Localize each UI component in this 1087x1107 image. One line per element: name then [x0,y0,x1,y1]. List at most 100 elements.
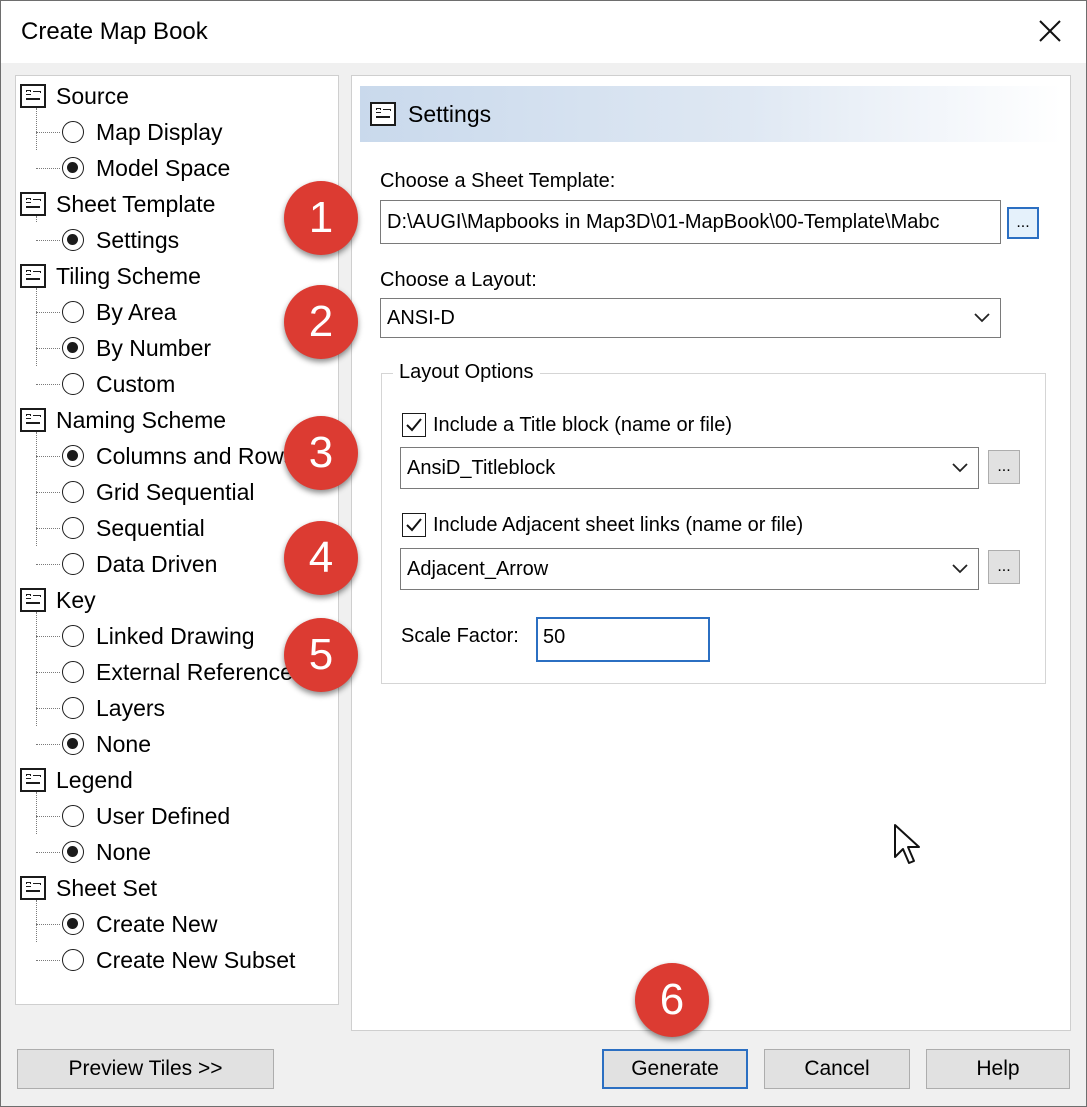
tree-connector [36,132,60,133]
tree-connector [36,816,60,817]
tree-option[interactable]: None [62,726,151,762]
close-icon [1039,20,1061,42]
tree-option-label: Map Display [96,118,223,145]
tree-option[interactable]: Linked Drawing [62,618,255,654]
tree-option[interactable]: Custom [62,366,175,402]
cancel-button[interactable]: Cancel [764,1049,910,1089]
title-block-checkbox[interactable] [402,413,426,437]
radio-unselected-icon[interactable] [62,949,84,971]
radio-unselected-icon[interactable] [62,373,84,395]
tree-group-label: Tiling Scheme [56,262,201,289]
radio-unselected-icon[interactable] [62,625,84,647]
callout-5: 5 [284,618,358,692]
tree-connector [36,456,60,457]
tree-option[interactable]: Sequential [62,510,205,546]
tree-connector [36,384,60,385]
tree-option[interactable]: Map Display [62,114,223,150]
tree-option-label: Create New Subset [96,946,296,973]
help-button[interactable]: Help [926,1049,1070,1089]
tree-group[interactable]: Sheet Set [20,870,157,906]
callout-3: 3 [284,416,358,490]
preview-tiles-button[interactable]: Preview Tiles >> [17,1049,274,1089]
tree-option-label: External Reference [96,658,293,685]
tree-option-label: Data Driven [96,550,218,577]
tree-group[interactable]: Sheet Template [20,186,215,222]
tree-connector [36,288,37,366]
tree-connector [36,564,60,565]
mouse-cursor-icon [894,824,920,864]
title-bar: Create Map Book [1,1,1086,63]
radio-unselected-icon[interactable] [62,517,84,539]
tree-connector [36,240,60,241]
tree-option-label: None [96,730,151,757]
tree-option-label: Grid Sequential [96,478,255,505]
radio-unselected-icon[interactable] [62,805,84,827]
title-block-dropdown[interactable]: AnsiD_Titleblock [400,447,979,489]
radio-selected-icon[interactable] [62,229,84,251]
browse-adjacent-links-button[interactable]: ... [988,550,1020,584]
tree-group[interactable]: Naming Scheme [20,402,226,438]
tree-connector [36,852,60,853]
scale-factor-input[interactable]: 50 [536,617,710,662]
radio-selected-icon[interactable] [62,913,84,935]
radio-unselected-icon[interactable] [62,661,84,683]
callout-1: 1 [284,181,358,255]
tree-group-label: Legend [56,766,133,793]
browse-sheet-template-button[interactable]: ... [1007,207,1039,239]
generate-button[interactable]: Generate [602,1049,748,1089]
browse-title-block-button[interactable]: ... [988,450,1020,484]
tree-option-label: Settings [96,226,180,253]
radio-unselected-icon[interactable] [62,301,84,323]
tree-option[interactable]: User Defined [62,798,230,834]
tree-option[interactable]: Layers [62,690,165,726]
tree-connector [36,744,60,745]
tree-connector [36,168,60,169]
tree-option[interactable]: Settings [62,222,179,258]
group-settings-icon [20,84,46,108]
tree-group[interactable]: Key [20,582,96,618]
sheet-template-field[interactable]: D:\AUGI\Mapbooks in Map3D\01-MapBook\00-… [380,200,1001,244]
tree-group-label: Sheet Template [56,190,216,217]
radio-selected-icon[interactable] [62,733,84,755]
radio-selected-icon[interactable] [62,841,84,863]
tree-connector [36,528,60,529]
tree-option[interactable]: By Number [62,330,211,366]
tree-option[interactable]: None [62,834,151,870]
callout-4: 4 [284,521,358,595]
tree-option-label: By Number [96,334,212,361]
tree-option-label: Sequential [96,514,205,541]
radio-selected-icon[interactable] [62,337,84,359]
tree-option[interactable]: Data Driven [62,546,217,582]
tree-option[interactable]: Create New [62,906,217,942]
tree-option[interactable]: Model Space [62,150,230,186]
tree-option-label: Columns and Rows [96,442,296,469]
tree-connector [36,960,60,961]
adjacent-links-dropdown[interactable]: Adjacent_Arrow [400,548,979,590]
tree-option[interactable]: Columns and Rows [62,438,295,474]
radio-selected-icon[interactable] [62,157,84,179]
group-settings-icon [20,408,46,432]
tree-group[interactable]: Tiling Scheme [20,258,201,294]
tree-option[interactable]: Create New Subset [62,942,295,978]
radio-unselected-icon[interactable] [62,697,84,719]
radio-selected-icon[interactable] [62,445,84,467]
chevron-down-icon [974,313,990,323]
tree-connector [36,216,37,222]
tree-option-label: User Defined [96,802,231,829]
tree-option[interactable]: By Area [62,294,177,330]
radio-unselected-icon[interactable] [62,481,84,503]
radio-unselected-icon[interactable] [62,553,84,575]
settings-group-icon [370,102,396,126]
tree-group-label: Sheet Set [56,874,158,901]
tree-option[interactable]: External Reference [62,654,293,690]
tree-option-label: Linked Drawing [96,622,255,649]
layout-dropdown[interactable]: ANSI-D [380,298,1001,338]
adjacent-links-checkbox[interactable] [402,513,426,537]
radio-unselected-icon[interactable] [62,121,84,143]
window-title: Create Map Book [21,18,208,45]
close-button[interactable] [1032,13,1068,49]
tree-option[interactable]: Grid Sequential [62,474,255,510]
callout-2: 2 [284,285,358,359]
tree-connector [36,348,60,349]
group-settings-icon [20,192,46,216]
